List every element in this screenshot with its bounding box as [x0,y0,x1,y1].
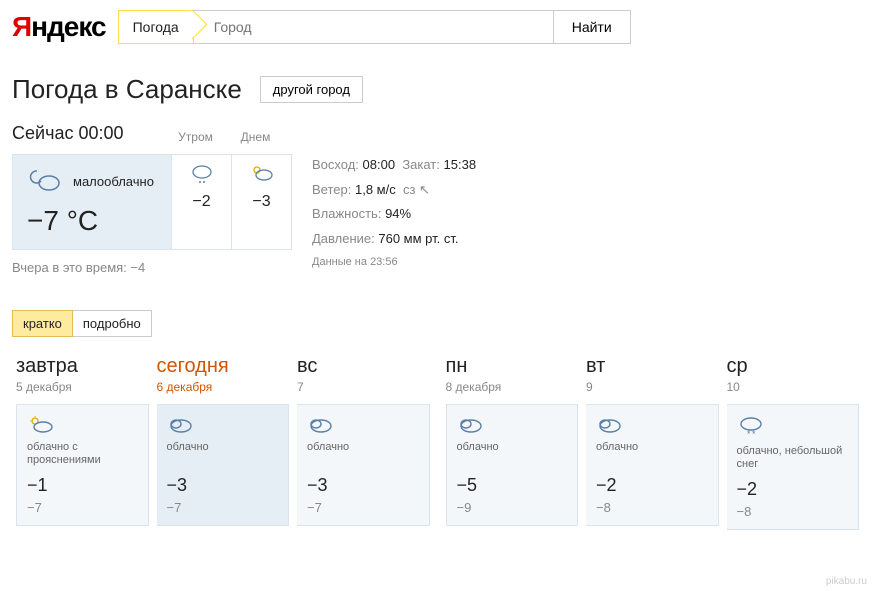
forecast-low: −8 [596,500,708,515]
forecast-day-name: ср [727,355,860,378]
now-condition: малооблачно [73,174,154,189]
logo[interactable]: Яндекс [12,11,106,43]
forecast-card: ** облачно, небольшой снег −2 −8 [727,404,860,530]
forecast-day-name: пн [446,355,579,378]
forecast-row: завтра 5 декабря облачно с прояснениями −1 −… [12,355,863,530]
svg-text:*: * [752,429,756,439]
forecast-day-name: вт [586,355,719,378]
tab-brief[interactable]: кратко [12,310,73,337]
forecast-day-date: 9 [586,380,719,394]
forecast-card: облачно −2 −8 [586,404,719,526]
forecast-day[interactable]: сегодня 6 декабря облачно −3 −7 [153,355,294,530]
sun-cloud-icon [249,163,275,185]
forecast-high: −5 [457,475,568,496]
forecast-day-name: вс [297,355,430,378]
search-bar: Погода Найти [118,10,631,44]
part-label-morning: Утром [166,130,226,144]
forecast-day-date: 6 декабря [157,380,290,394]
sun-cloud-icon [27,415,138,435]
part-card-morning: −2 [172,154,232,250]
forecast-day-date: 8 декабря [446,380,579,394]
now-temp: −7 °C [27,205,157,237]
forecast-card: облачно −3 −7 [297,404,430,526]
search-button[interactable]: Найти [554,10,631,44]
forecast-high: −3 [307,475,419,496]
view-tabs: кратко подробно [12,310,863,337]
cloud-icon [307,415,419,435]
forecast-condition: облачно [457,441,568,467]
forecast-high: −2 [737,479,849,500]
search-category-tag[interactable]: Погода [118,10,194,44]
svg-text:*: * [747,429,751,439]
forecast-day-date: 10 [727,380,860,394]
part-label-day: Днем [226,130,286,144]
part-temp-day: −3 [252,193,270,211]
cloud-icon [457,415,568,435]
part-card-day: −3 [232,154,292,250]
forecast-high: −1 [27,475,138,496]
forecast-low: −7 [27,500,138,515]
forecast-day-date: 7 [297,380,430,394]
forecast-day[interactable]: пн 8 декабря облачно −5 −9 [442,355,583,530]
search-input[interactable] [194,10,554,44]
forecast-condition: облачно [596,441,708,467]
watermark: pikabu.ru [826,576,867,587]
forecast-day[interactable]: ср 10 ** облачно, небольшой снег −2 −8 [723,355,864,530]
cloud-icon [596,415,708,435]
main-content: Погода в Саранске другой город Сейчас 00… [0,54,875,550]
tab-detailed[interactable]: подробно [72,310,152,337]
forecast-day[interactable]: вт 9 облачно −2 −8 [582,355,723,530]
part-temp-morning: −2 [192,193,210,211]
cloud-icon [167,415,279,435]
forecast-low: −7 [307,500,419,515]
forecast-condition: облачно [167,441,279,467]
forecast-high: −3 [167,475,279,496]
forecast-day-name: сегодня [157,355,290,378]
snow-cloud-icon [189,163,215,185]
forecast-card: облачно −3 −7 [157,404,290,526]
now-card: малооблачно −7 °C [12,154,172,250]
forecast-day[interactable]: завтра 5 декабря облачно с прояснениями −1 −… [12,355,153,530]
page-title: Погода в Саранске [12,74,242,105]
snow-cloud-icon: ** [737,415,849,439]
forecast-condition: облачно с прояснениями [27,441,138,467]
wind-arrow-icon: ↖ [419,178,430,203]
forecast-day-date: 5 декабря [16,380,149,394]
forecast-condition: облачно [307,441,419,467]
header: Яндекс Погода Найти [0,0,875,54]
yesterday-temp: Вчера в это время: −4 [12,260,292,275]
forecast-condition: облачно, небольшой снег [737,445,849,471]
forecast-card: облачно с прояснениями −1 −7 [16,404,149,526]
forecast-low: −7 [167,500,279,515]
forecast-card: облачно −5 −9 [446,404,579,526]
moon-cloud-icon [27,167,63,195]
forecast-low: −8 [737,504,849,519]
forecast-high: −2 [596,475,708,496]
forecast-day[interactable]: вс 7 облачно −3 −7 [293,355,434,530]
weather-details: Восход: 08:00 Закат: 15:38 Ветер: 1,8 м/… [312,153,476,275]
forecast-day-name: завтра [16,355,149,378]
now-label: Сейчас 00:00 [12,123,124,144]
forecast-low: −9 [457,500,568,515]
other-city-button[interactable]: другой город [260,76,363,103]
